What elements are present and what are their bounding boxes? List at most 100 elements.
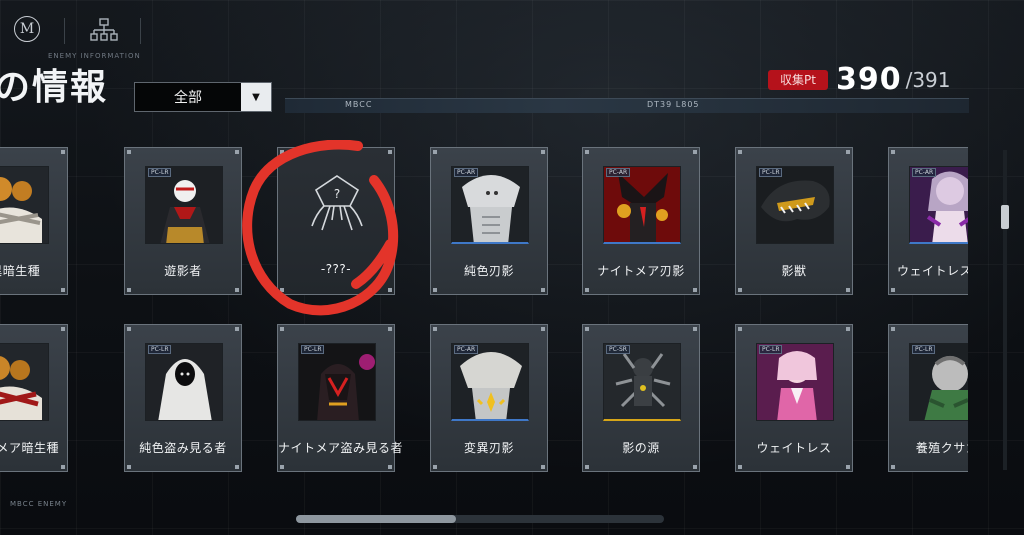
card-corner (738, 288, 742, 292)
card-corner (541, 288, 545, 292)
rarity-tag: PC-LR (759, 168, 783, 177)
card-corner (846, 150, 850, 154)
card-corner (388, 327, 392, 331)
enemy-portrait (451, 166, 529, 244)
enemy-card[interactable]: PC-LR 影獣 (735, 147, 853, 295)
rarity-tag: PC-LR (912, 345, 936, 354)
card-corner (585, 150, 589, 154)
enemy-card[interactable]: PC-AR ナイトメア刃影 (582, 147, 700, 295)
rarity-tag: PC-AR (912, 168, 937, 177)
card-corner (585, 327, 589, 331)
card-corner (693, 288, 697, 292)
card-corner (891, 327, 895, 331)
card-corner (846, 465, 850, 469)
card-corner (388, 465, 392, 469)
enemy-name: ウェイトレス・エ (896, 264, 968, 278)
card-corner (280, 288, 284, 292)
rarity-tag: PC-SR (606, 345, 630, 354)
enemy-portrait (603, 343, 681, 421)
enemy-card[interactable]: ? -???- (277, 147, 395, 295)
enemy-card[interactable]: PC-LR ウェイトレス (735, 324, 853, 472)
card-corner (541, 465, 545, 469)
card-corner (693, 150, 697, 154)
card-corner (738, 150, 742, 154)
enemy-card[interactable]: PC-LR 養殖クサカ (888, 324, 968, 472)
enemy-name: 影獣 (781, 264, 807, 278)
enemy-name: 純色刃影 (463, 264, 514, 278)
card-corner (235, 150, 239, 154)
card-corner (891, 465, 895, 469)
enemy-name: ナイトメア盗み見る者 (278, 441, 404, 455)
enemy-card[interactable]: PC-AR 変異刃影 (430, 324, 548, 472)
enemy-card[interactable]: PC-LR 遊影者 (124, 147, 242, 295)
vertical-scrollbar-track[interactable] (1003, 150, 1007, 470)
enemy-portrait (909, 343, 968, 421)
rarity-tag: PC-AR (454, 168, 479, 177)
enemy-card[interactable]: PC-SR 影の源 (582, 324, 700, 472)
card-corner (846, 288, 850, 292)
card-corner (280, 465, 284, 469)
enemy-portrait (145, 166, 223, 244)
enemy-grid: PC-LR変異暗生種PC-LR遊影者?-???-PC-AR純色刃影PC-ARナイ… (0, 0, 968, 535)
card-corner (235, 288, 239, 292)
enemy-portrait (756, 166, 834, 244)
card-corner (388, 150, 392, 154)
card-corner (280, 150, 284, 154)
rarity-tag: PC-AR (454, 345, 479, 354)
enemy-card[interactable]: PC-AR ウェイトレス・エ (888, 147, 968, 295)
enemy-card[interactable]: PC-LR変異暗生種 (0, 147, 68, 295)
card-corner (693, 327, 697, 331)
card-corner (891, 288, 895, 292)
card-corner (61, 465, 65, 469)
card-corner (433, 465, 437, 469)
card-corner (61, 327, 65, 331)
vertical-scrollbar-thumb[interactable] (1001, 205, 1009, 229)
footer-label: MBCC ENEMY (10, 500, 68, 508)
card-corner (127, 465, 131, 469)
card-corner (585, 465, 589, 469)
card-corner (433, 150, 437, 154)
enemy-portrait (909, 166, 968, 244)
card-corner (585, 288, 589, 292)
card-corner (235, 465, 239, 469)
card-corner (127, 150, 131, 154)
enemy-card[interactable]: PC-LR ナイトメア盗み見る者 (277, 324, 404, 472)
enemy-portrait (756, 343, 834, 421)
enemy-portrait (298, 343, 376, 421)
enemy-name: 遊影者 (164, 264, 202, 278)
horizontal-scrollbar-thumb[interactable] (296, 515, 456, 523)
enemy-card[interactable]: PC-LRナイトメア暗生種 (0, 324, 68, 472)
enemy-name: 養殖クサカ (915, 441, 968, 455)
card-corner (280, 327, 284, 331)
card-corner (61, 288, 65, 292)
enemy-name: ナイトメア暗生種 (0, 441, 59, 455)
card-corner (61, 150, 65, 154)
enemy-portrait (145, 343, 223, 421)
card-corner (738, 327, 742, 331)
card-corner (433, 327, 437, 331)
rarity-tag: PC-LR (148, 345, 172, 354)
card-corner (891, 150, 895, 154)
card-corner (541, 150, 545, 154)
card-corner (433, 288, 437, 292)
rarity-tag: PC-AR (606, 168, 631, 177)
card-corner (738, 465, 742, 469)
enemy-name: -???- (320, 262, 352, 276)
enemy-card[interactable]: PC-LR 純色盗み見る者 (124, 324, 242, 472)
enemy-card[interactable]: PC-AR 純色刃影 (430, 147, 548, 295)
unknown-enemy-icon: ? (311, 175, 363, 231)
card-corner (127, 327, 131, 331)
card-corner (693, 465, 697, 469)
card-corner (235, 327, 239, 331)
enemy-portrait (603, 166, 681, 244)
card-corner (541, 327, 545, 331)
enemy-name: ウェイトレス (756, 441, 832, 455)
enemy-name: 変異刃影 (463, 441, 514, 455)
enemy-name: 影の源 (622, 441, 660, 455)
enemy-portrait (451, 343, 529, 421)
card-corner (388, 288, 392, 292)
enemy-portrait (0, 166, 49, 244)
card-corner (846, 327, 850, 331)
enemy-name: ナイトメア刃影 (597, 264, 685, 278)
enemy-name: 純色盗み見る者 (139, 441, 227, 455)
